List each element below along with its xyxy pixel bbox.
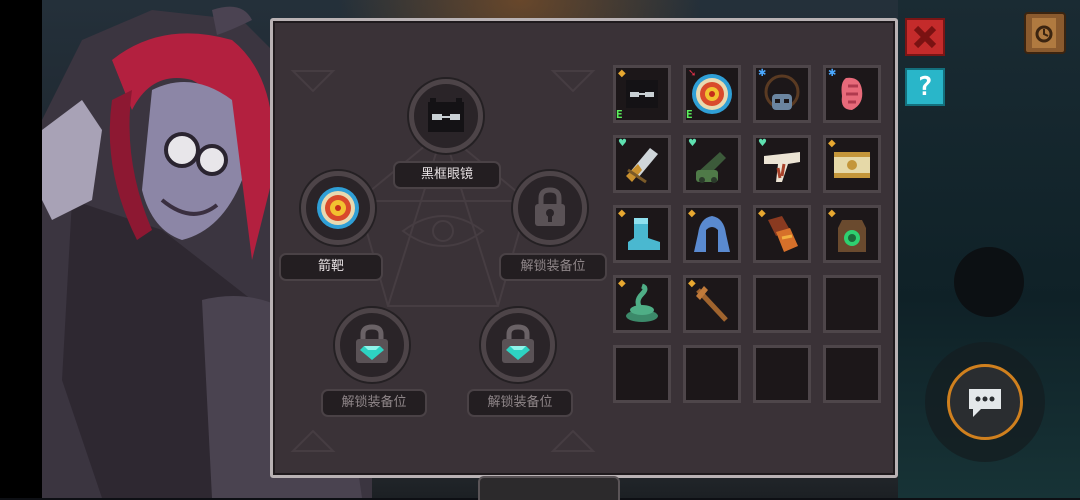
gold-shield-icon: ◆ — [688, 278, 696, 289]
inventory-cell[interactable]: ◆ — [753, 205, 811, 263]
inventory-cell[interactable]: ◆ — [823, 205, 881, 263]
equip-slot-top[interactable] — [409, 79, 483, 153]
inventory-cell[interactable]: ✱ — [823, 65, 881, 123]
chat-button-inner — [947, 364, 1023, 440]
blue-cloak-icon — [694, 216, 730, 252]
left-letterbox — [0, 0, 42, 498]
close-button[interactable] — [905, 18, 945, 56]
gem-lock-icon — [502, 324, 534, 363]
ice-boot-icon — [628, 218, 660, 250]
emerald-pouch-icon — [838, 220, 866, 252]
ancient-scroll-icon — [834, 152, 870, 178]
inventory-cell-empty[interactable] — [753, 345, 811, 403]
close-x-icon — [913, 25, 937, 49]
inventory-cell[interactable]: ♥ — [613, 135, 671, 193]
gold-shield-icon: ◆ — [618, 68, 626, 79]
inventory-cell[interactable]: ◆ — [683, 275, 741, 333]
red-arrow-icon: ➘ — [688, 68, 697, 79]
inventory-cell[interactable]: ♥ — [753, 135, 811, 193]
green-heart-icon: ♥ — [618, 138, 627, 149]
slot-bottom-right-label: 解锁装备位 — [467, 389, 573, 417]
gold-shield-icon: ◆ — [618, 278, 626, 289]
blue-star-icon: ✱ — [828, 68, 837, 79]
jade-snake-icon — [626, 283, 658, 322]
chat-bubble-icon — [969, 389, 1001, 417]
green-heart-icon: ♥ — [688, 138, 697, 149]
skull-necklace-icon — [764, 74, 800, 110]
archery-target-icon — [317, 187, 359, 229]
inventory-cell[interactable]: ◆ — [613, 205, 671, 263]
slot-left-label: 箭靶 — [279, 253, 383, 281]
gold-shield-icon: ◆ — [618, 208, 626, 219]
gold-shield-icon: ◆ — [828, 208, 836, 219]
slot-top-label: 黑框眼镜 — [393, 161, 501, 189]
inventory-cell-empty[interactable] — [613, 345, 671, 403]
inventory-cell[interactable]: ◆ — [613, 275, 671, 333]
blue-star-icon: ✱ — [758, 68, 767, 79]
gold-shield-icon: ◆ — [828, 138, 836, 149]
fire-gauntlet-icon — [768, 216, 798, 252]
padlock-icon — [535, 187, 565, 226]
wooden-staff-icon — [696, 286, 728, 322]
equipped-badge: E — [686, 108, 693, 121]
action-joystick[interactable] — [954, 247, 1024, 317]
equipment-panel: 黑框眼镜 箭靶 解锁装备位 解锁装备位 解锁装备位 ◆ E ➘ E ✱ ✱ ♥ … — [270, 18, 898, 478]
equip-slot-right[interactable] — [513, 171, 587, 245]
inventory-cell[interactable]: ➘ E — [683, 65, 741, 123]
green-heart-icon: ♥ — [758, 138, 767, 149]
inventory-cell[interactable]: ♥ — [683, 135, 741, 193]
equip-slot-bottom-left[interactable] — [335, 308, 409, 382]
archery-target-icon — [692, 74, 732, 114]
help-label: ? — [917, 72, 933, 102]
slot-right-label: 解锁装备位 — [499, 253, 607, 281]
equipped-badge: E — [616, 108, 623, 121]
inventory-cell[interactable]: ◆ — [683, 205, 741, 263]
equip-slot-bottom-right[interactable] — [481, 308, 555, 382]
gem-lock-icon — [356, 324, 388, 363]
inventory-cell[interactable]: ◆ E — [613, 65, 671, 123]
inventory-cell-empty[interactable] — [753, 275, 811, 333]
black-frame-glasses-icon — [626, 80, 658, 108]
chat-button[interactable] — [925, 342, 1045, 462]
inventory-cell-empty[interactable] — [683, 345, 741, 403]
equip-slot-left[interactable] — [301, 171, 375, 245]
obscured-bottom-tab — [478, 476, 620, 500]
raw-meat-icon — [841, 77, 863, 110]
journal-button[interactable] — [1024, 12, 1066, 54]
inventory-cell-empty[interactable] — [823, 345, 881, 403]
black-frame-glasses-icon — [428, 98, 464, 132]
inventory-cell[interactable]: ◆ — [823, 135, 881, 193]
journal-icon — [1032, 18, 1056, 48]
gold-shield-icon: ◆ — [688, 208, 696, 219]
gold-shield-icon: ◆ — [758, 208, 766, 219]
slot-bottom-left-label: 解锁装备位 — [321, 389, 427, 417]
inventory-cell[interactable]: ✱ — [753, 65, 811, 123]
inventory-cell-empty[interactable] — [823, 275, 881, 333]
help-button[interactable]: ? — [905, 68, 945, 106]
